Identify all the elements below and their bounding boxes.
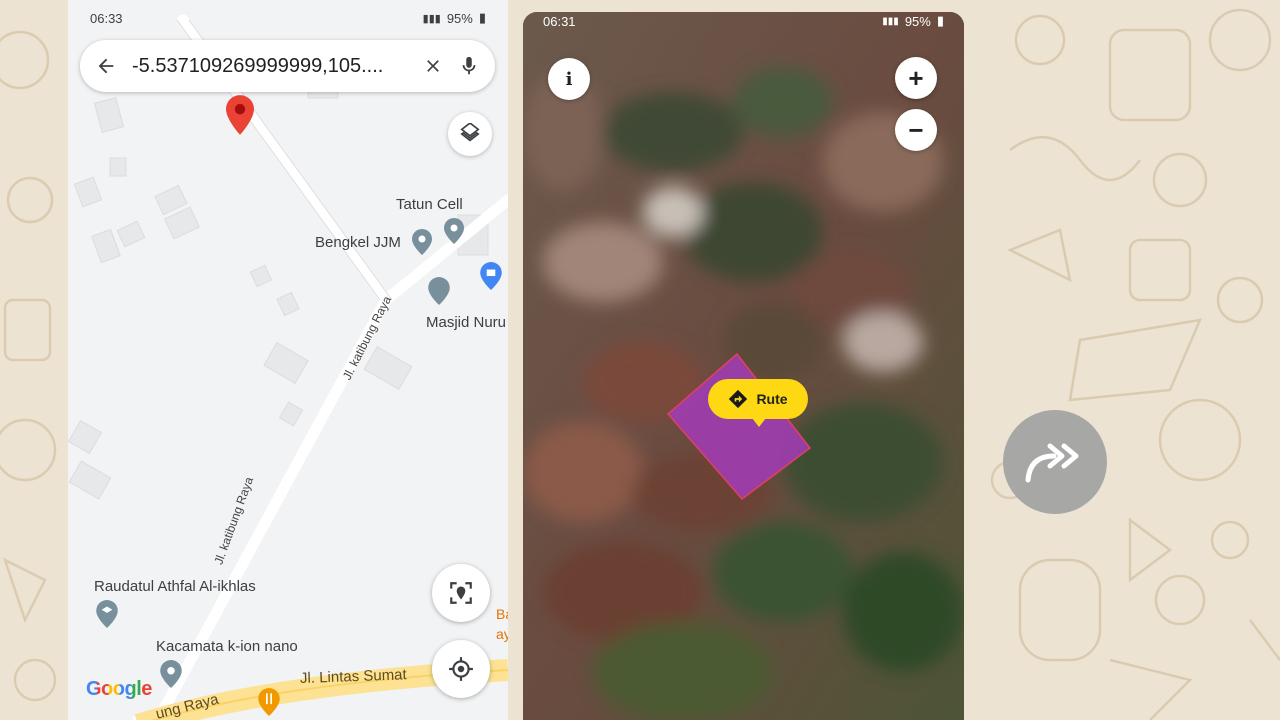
my-location-icon: [449, 657, 473, 681]
status-bar: 06:33 ▮▮▮ 95% ▮: [68, 0, 508, 36]
mic-icon[interactable]: [457, 54, 481, 78]
place-kacamata[interactable]: Kacamata k-ion nano: [156, 638, 298, 655]
shop-icon[interactable]: [480, 262, 502, 290]
place-ba[interactable]: Ba: [496, 606, 508, 622]
my-location-button[interactable]: [432, 640, 490, 698]
place-bengkel[interactable]: Bengkel JJM: [315, 234, 401, 251]
layers-button[interactable]: [448, 112, 492, 156]
scan-location-button[interactable]: [432, 564, 490, 622]
battery-icon: ▮: [936, 13, 944, 28]
pin-gray-icon[interactable]: [160, 660, 182, 688]
google-maps-screenshot: 06:33 ▮▮▮ 95% ▮ -5.537109269999999,105..…: [68, 0, 508, 720]
satellite-map-screenshot: 06:31 ▮▮▮ 95% ▮ i + − Rute: [523, 12, 964, 720]
restaurant-icon[interactable]: [258, 688, 280, 716]
layers-icon: [460, 123, 480, 142]
close-icon[interactable]: [421, 54, 445, 78]
signal-icon: ▮▮▮: [882, 15, 899, 27]
pin-gray-icon[interactable]: [412, 229, 432, 255]
minus-icon: −: [908, 114, 924, 145]
status-time: 06:33: [90, 10, 123, 26]
directions-icon: [729, 389, 748, 409]
place-masjid[interactable]: Masjid Nuru: [426, 314, 506, 331]
search-bar[interactable]: -5.537109269999999,105....: [80, 40, 495, 92]
google-logo-text: Google: [86, 678, 152, 700]
status-bar: 06:31 ▮▮▮ 95% ▮: [523, 12, 964, 30]
battery-level: 95%: [446, 10, 473, 26]
scan-pin-icon: [450, 582, 472, 604]
google-logo: Google: [86, 678, 152, 701]
status-right: ▮▮▮ 95% ▮: [882, 13, 944, 29]
status-right: ▮▮▮ 95% ▮: [423, 10, 486, 26]
info-icon: i: [565, 68, 573, 90]
double-forward-arrow-icon: [1025, 443, 1079, 483]
route-label: Rute: [756, 391, 788, 407]
zoom-out-button[interactable]: −: [895, 109, 937, 151]
place-raudatul[interactable]: Raudatul Athfal Al-ikhlas: [94, 578, 256, 595]
forward-button[interactable]: [1003, 410, 1107, 514]
zoom-in-button[interactable]: +: [895, 57, 937, 99]
back-arrow-icon[interactable]: [94, 54, 118, 78]
info-button[interactable]: i: [548, 58, 590, 100]
signal-icon: ▮▮▮: [422, 12, 441, 25]
school-icon[interactable]: [96, 600, 118, 628]
battery-level: 95%: [904, 13, 931, 29]
status-time: 06:31: [543, 13, 576, 29]
pin-gray-icon[interactable]: [444, 218, 464, 244]
plus-icon: +: [908, 62, 924, 93]
route-button[interactable]: Rute: [708, 379, 808, 427]
battery-icon: ▮: [478, 10, 486, 25]
location-pin-icon[interactable]: [226, 95, 254, 135]
place-tatun-cell[interactable]: Tatun Cell: [396, 196, 463, 213]
mosque-icon[interactable]: [428, 277, 450, 305]
place-ay[interactable]: ay: [496, 626, 508, 642]
search-query[interactable]: -5.537109269999999,105....: [132, 55, 409, 78]
